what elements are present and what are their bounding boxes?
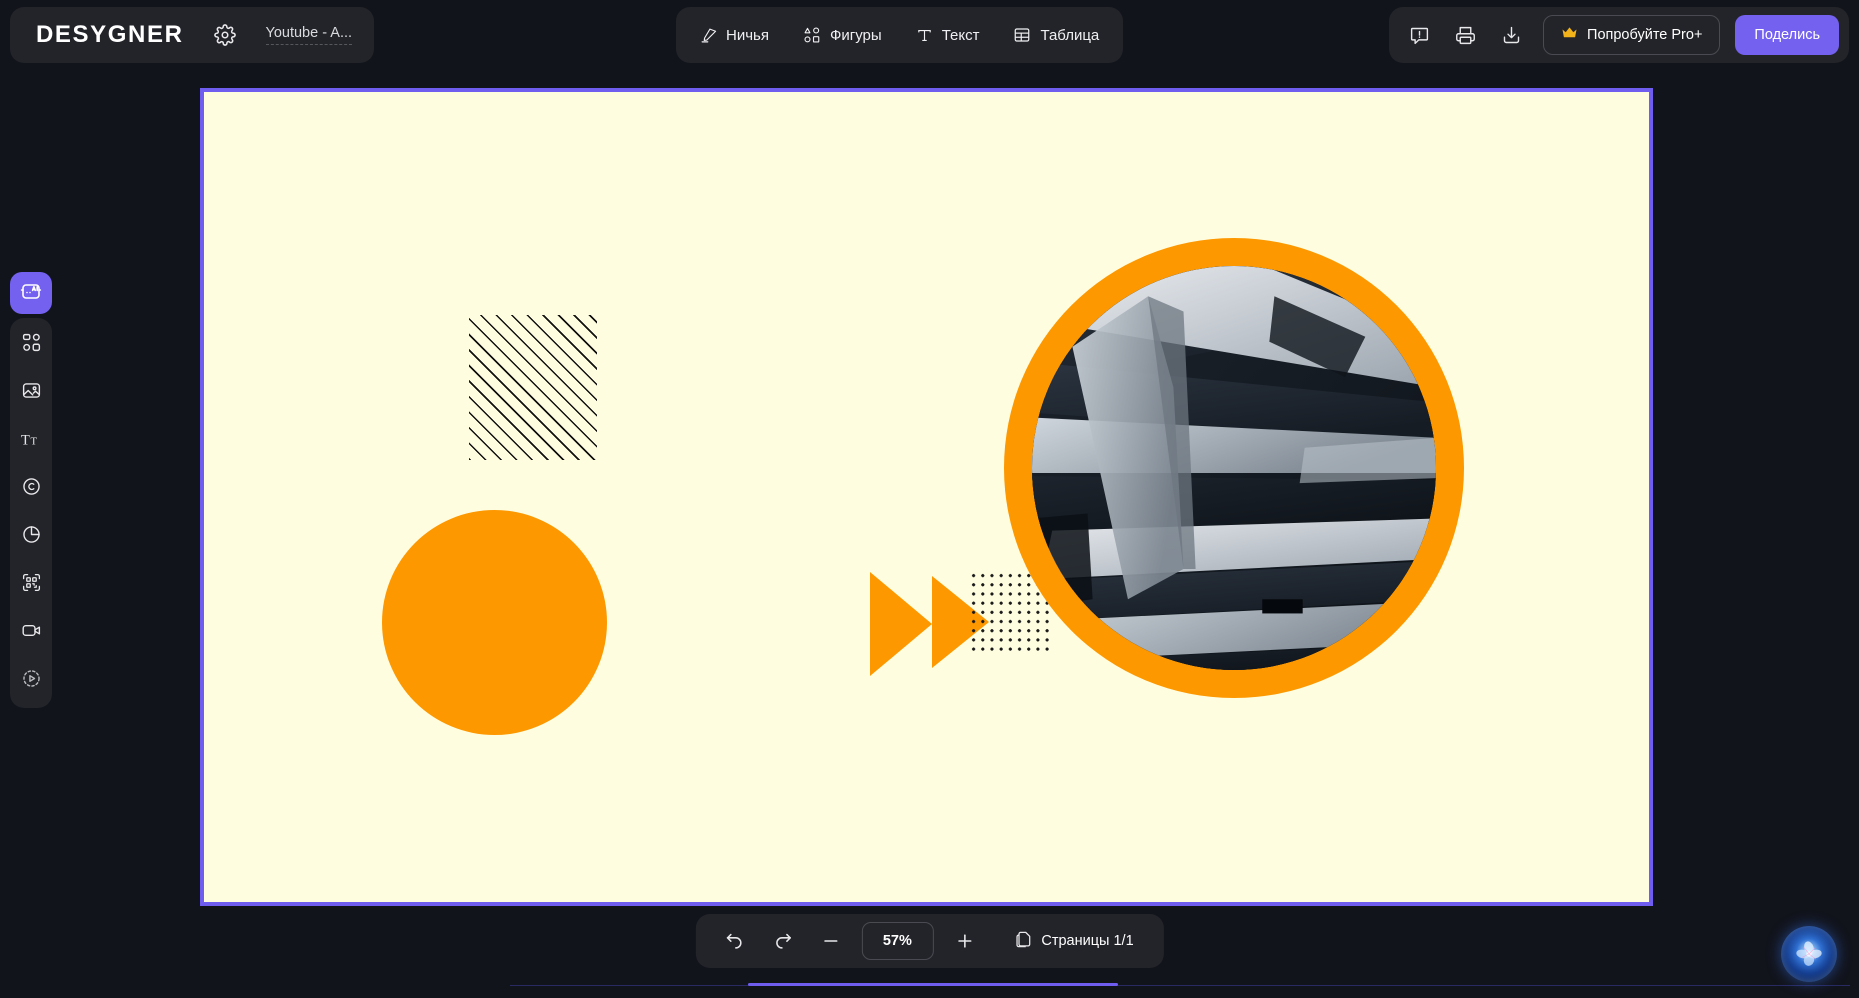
topbar-right-group: Попробуйте Pro+ Поделись xyxy=(1389,7,1849,63)
sidebar-item-qrcode[interactable] xyxy=(11,565,51,605)
try-pro-label: Попробуйте Pro+ xyxy=(1587,27,1703,43)
tool-shapes[interactable]: Фигуры xyxy=(803,26,882,44)
tool-draw-label: Ничья xyxy=(726,26,769,44)
pages-icon xyxy=(1013,930,1032,953)
architecture-facade-artwork xyxy=(1032,266,1436,670)
copyright-icon xyxy=(21,476,42,502)
feedback-icon[interactable] xyxy=(1399,15,1439,55)
sidebar-item-ai[interactable] xyxy=(10,272,52,314)
arrow-triangle-1[interactable] xyxy=(870,572,932,676)
table-icon xyxy=(1013,26,1031,44)
sidebar-item-charts[interactable] xyxy=(11,517,51,557)
app-logo: DESYGNER xyxy=(36,21,184,48)
top-toolbar: DESYGNER Youtube - A... Ничья Фигуры Тек… xyxy=(0,0,1859,70)
document-title[interactable]: Youtube - A... xyxy=(265,25,353,45)
canvas-hscroll-thumb[interactable] xyxy=(748,983,1118,986)
sidebar-item-images[interactable] xyxy=(11,373,51,413)
share-label: Поделись xyxy=(1754,27,1820,43)
undo-icon[interactable] xyxy=(713,922,755,960)
ai-assistant-orb[interactable] xyxy=(1781,926,1837,982)
orb-flower-icon xyxy=(1796,941,1822,966)
canvas-hscroll-track xyxy=(510,984,1850,986)
orange-circle[interactable] xyxy=(382,510,607,735)
hatched-rectangle[interactable] xyxy=(469,315,597,460)
tool-draw[interactable]: Ничья xyxy=(700,27,769,44)
svg-text:T: T xyxy=(20,432,29,448)
sidebar-item-animation[interactable] xyxy=(11,661,51,701)
zoom-level-value[interactable]: 57% xyxy=(861,922,934,960)
sidebar-item-templates[interactable] xyxy=(11,325,51,365)
print-icon[interactable] xyxy=(1445,15,1485,55)
redo-icon[interactable] xyxy=(761,922,803,960)
sidebar-item-video[interactable] xyxy=(11,613,51,653)
sidebar-tool-group: T T xyxy=(10,318,52,708)
left-sidebar: T T xyxy=(10,272,52,708)
gear-icon[interactable] xyxy=(210,20,240,50)
circular-photo[interactable] xyxy=(1004,238,1464,698)
share-button[interactable]: Поделись xyxy=(1735,15,1839,55)
ai-icon xyxy=(19,279,43,308)
try-pro-button[interactable]: Попробуйте Pro+ xyxy=(1543,15,1721,55)
topbar-tools-group: Ничья Фигуры Текст Таблица xyxy=(676,7,1124,63)
download-icon[interactable] xyxy=(1491,15,1531,55)
topbar-left-group: DESYGNER Youtube - A... xyxy=(10,7,375,63)
zoom-in-button[interactable] xyxy=(943,922,985,960)
grid-icon xyxy=(21,332,42,358)
text-icon xyxy=(916,27,933,44)
qr-code-icon xyxy=(21,572,42,598)
play-dashed-icon xyxy=(21,668,42,694)
zoom-out-button[interactable] xyxy=(809,922,851,960)
video-icon xyxy=(21,620,42,646)
pages-button[interactable]: Страницы 1/1 xyxy=(999,922,1145,960)
text-tt-icon: T T xyxy=(20,427,43,455)
bottom-toolbar: 57% Страницы 1/1 xyxy=(695,914,1164,968)
tool-table-label: Таблица xyxy=(1040,26,1100,44)
photo-inner-clip xyxy=(1032,266,1436,670)
crown-icon xyxy=(1561,26,1578,44)
shapes-icon xyxy=(803,26,821,44)
pie-chart-icon xyxy=(21,524,42,550)
svg-text:T: T xyxy=(30,436,37,447)
image-icon xyxy=(21,380,42,406)
tool-shapes-label: Фигуры xyxy=(829,26,882,44)
sidebar-item-brand[interactable] xyxy=(11,469,51,509)
design-canvas-frame[interactable] xyxy=(200,88,1653,906)
sidebar-item-text[interactable]: T T xyxy=(11,421,51,461)
design-canvas[interactable] xyxy=(204,92,1649,902)
tool-text-label: Текст xyxy=(941,26,980,44)
tool-text[interactable]: Текст xyxy=(916,26,980,44)
tool-table[interactable]: Таблица xyxy=(1013,26,1099,44)
draw-pen-icon xyxy=(700,27,717,44)
pages-label: Страницы 1/1 xyxy=(1041,933,1134,949)
designer-app-window: DESYGNER Youtube - A... Ничья Фигуры Тек… xyxy=(0,0,1859,998)
